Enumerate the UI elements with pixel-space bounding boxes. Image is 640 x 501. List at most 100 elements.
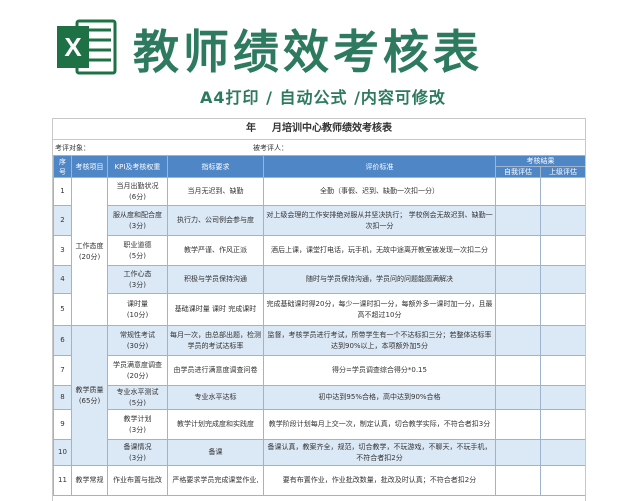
sheet-title-rest: 月培训中心教师绩效考核表 xyxy=(272,123,392,134)
standard-cell: 得分=学员调查综合得分*0.15 xyxy=(263,355,496,386)
self-score-cell[interactable] xyxy=(495,265,541,294)
indicator-cell: 教学计划完成度和实践度 xyxy=(167,409,264,440)
superior-score-cell[interactable] xyxy=(540,439,585,466)
assessor-label: 被考评人： xyxy=(253,144,288,152)
indicator-cell: 严格要求学员完成课堂作业, xyxy=(167,465,264,496)
kpi-cell: 常规性考试 (30分) xyxy=(107,325,168,356)
row-number: 3 xyxy=(53,235,72,266)
sheet-title-year: 年 xyxy=(246,123,256,134)
header-no: 序号 xyxy=(53,155,72,178)
superior-score-cell[interactable] xyxy=(540,235,585,266)
table-row: 2 服从度和配合度 (3分) 执行力、公司例会参与度 对上级会理的工作安排绝对服从并坚… xyxy=(53,205,585,236)
self-score-cell[interactable] xyxy=(495,439,541,466)
row-number: 7 xyxy=(53,355,72,386)
row-number: 2 xyxy=(53,205,72,236)
table-row: 9 教学计划 (3分) 教学计划完成度和实践度 教学阶段计划每月上交一次，制定认真，切… xyxy=(53,409,585,440)
kpi-cell: 当月出勤状况 (6分) xyxy=(107,177,168,206)
table-row: 1 工作态度 (20分) 当月出勤状况 (6分) 当月无迟到、缺勤 全勤（事假、迟到、缺… xyxy=(53,177,585,326)
indicator-cell: 备课 xyxy=(167,439,264,466)
row-number: 10 xyxy=(53,439,72,466)
indicator-cell: 教学严谨、作风正派 xyxy=(167,235,264,266)
indicator-cell: 专业水平达标 xyxy=(167,385,264,410)
row-number: 11 xyxy=(53,465,72,496)
table-row: 7 学员满意度调查 (20分) 由学员进行满意度调查问卷 得分=学员调查综合得分*0.… xyxy=(53,355,585,386)
table-row: 4 工作心态 (3分) 积极与学员保持沟通 随时与学员保持沟通，学员问的问题能圆满解决 xyxy=(53,265,585,294)
table-row: 6 教学质量 (65分) 常规性考试 (30分) 每月一次，由总部出题，检测学员的考试… xyxy=(53,325,585,466)
kpi-cell: 作业布置与批改 xyxy=(107,465,168,496)
self-score-cell[interactable] xyxy=(495,465,541,496)
superior-score-cell[interactable] xyxy=(540,205,585,236)
row-number: 4 xyxy=(53,265,72,294)
superior-score-cell[interactable] xyxy=(540,325,585,356)
assessee-label: 考评对象： xyxy=(55,144,90,152)
kpi-cell: 职业道德 (5分) xyxy=(107,235,168,266)
header-standard: 评价标准 xyxy=(263,155,496,178)
header-self: 自我评估 xyxy=(495,166,541,178)
table-row: 8 专业水平测试 (5分) 专业水平达标 初中达到95%合格，高中达到90%合格 xyxy=(53,385,585,410)
self-score-cell[interactable] xyxy=(495,355,541,386)
row-number: 1 xyxy=(53,177,72,206)
self-score-cell[interactable] xyxy=(495,235,541,266)
table-row: 11 教学常规 作业布置与批改 严格要求学员完成课堂作业, 要有布置作业，作业批改数量，… xyxy=(53,465,585,496)
row-number: 9 xyxy=(53,409,72,440)
header-item: 考核项目 xyxy=(71,155,108,178)
page-title: 教师绩效考核表 xyxy=(133,25,483,79)
table-row: 10 备课情况 (3分) 备课 备课认真，教案齐全，规范，切合教学，不玩游戏，不聊天，… xyxy=(53,439,585,466)
standard-cell: 对上级会理的工作安排绝对服从并坚决执行； 学校例会无故迟到、缺勤一次扣一分 xyxy=(263,205,496,236)
superior-score-cell[interactable] xyxy=(540,409,585,440)
table-row: 5 课时量 (10分) 基础课时量 课时 完成课时 完成基础课时得20分，每少一课时扣… xyxy=(53,293,585,326)
kpi-cell: 专业水平测试 (5分) xyxy=(107,385,168,410)
page-subtitle: A4打印 / 自动公式 /内容可修改 xyxy=(200,88,446,107)
row-number: 8 xyxy=(53,385,72,410)
row-number: 5 xyxy=(53,293,72,326)
kpi-cell: 备课情况 (3分) xyxy=(107,439,168,466)
header-superior: 上级评估 xyxy=(540,166,585,178)
category-routine: 教学常规 xyxy=(71,465,108,496)
indicator-cell: 由学员进行满意度调查问卷 xyxy=(167,355,264,386)
self-score-cell[interactable] xyxy=(495,325,541,356)
row-number: 6 xyxy=(53,325,72,356)
excel-logo-icon: X xyxy=(57,19,117,75)
header-indicator: 指标要求 xyxy=(167,155,264,178)
kpi-cell: 课时量 (10分) xyxy=(107,293,168,326)
indicator-cell: 执行力、公司例会参与度 xyxy=(167,205,264,236)
kpi-cell: 工作心态 (3分) xyxy=(107,265,168,294)
superior-score-cell[interactable] xyxy=(540,177,585,206)
category-attitude: 工作态度 (20分) xyxy=(71,177,108,326)
superior-score-cell[interactable] xyxy=(540,465,585,496)
superior-score-cell[interactable] xyxy=(540,385,585,410)
assessment-table: 序号 考核项目 KPI及考核权重 指标要求 评价标准 考核结果 自我评估 上级评… xyxy=(53,155,585,496)
sheet-title: 年 月培训中心教师绩效考核表 xyxy=(53,119,585,139)
category-quality: 教学质量 (65分) xyxy=(71,325,108,466)
standard-cell: 酒后上课，课堂打电话，玩手机，无故中途离开教室被发现一次扣二分 xyxy=(263,235,496,266)
standard-cell: 教学阶段计划每月上交一次，制定认真，切合教学实际，不符合者扣3分 xyxy=(263,409,496,440)
table-row: 3 职业道德 (5分) 教学严谨、作风正派 酒后上课，课堂打电话，玩手机，无故中途离开… xyxy=(53,235,585,266)
kpi-cell: 学员满意度调查 (20分) xyxy=(107,355,168,386)
self-score-cell[interactable] xyxy=(495,385,541,410)
standard-cell: 随时与学员保持沟通，学员问的问题能圆满解决 xyxy=(263,265,496,294)
self-score-cell[interactable] xyxy=(495,293,541,326)
standard-cell: 初中达到95%合格，高中达到90%合格 xyxy=(263,385,496,410)
indicator-cell: 每月一次，由总部出题，检测学员的考试达标率 xyxy=(167,325,264,356)
self-score-cell[interactable] xyxy=(495,205,541,236)
info-row: 考评对象： 被考评人： xyxy=(53,139,585,156)
self-score-cell[interactable] xyxy=(495,409,541,440)
kpi-cell: 服从度和配合度 (3分) xyxy=(107,205,168,236)
standard-cell: 要有布置作业，作业批改数量，批改及时认真；不符合者扣2分 xyxy=(263,465,496,496)
header-banner: X 教师绩效考核表 A4打印 / 自动公式 /内容可修改 xyxy=(0,0,640,116)
standard-cell: 全勤（事假、迟到、缺勤一次扣一分） xyxy=(263,177,496,206)
header-result: 考核结果 xyxy=(495,155,585,167)
standard-cell: 监督，考核学员进行考试，所带学生有一个不达标扣三分；若整体达标率达到90%以上，… xyxy=(263,325,496,356)
header-kpi: KPI及考核权重 xyxy=(107,155,168,178)
self-score-cell[interactable] xyxy=(495,177,541,206)
table-header-row: 序号 考核项目 KPI及考核权重 指标要求 评价标准 考核结果 xyxy=(53,155,585,178)
spreadsheet-preview: 年 月培训中心教师绩效考核表 考评对象： 被考评人： 序号 考核项目 KPI及考核… xyxy=(52,118,586,501)
superior-score-cell[interactable] xyxy=(540,293,585,326)
kpi-cell: 教学计划 (3分) xyxy=(107,409,168,440)
indicator-cell: 基础课时量 课时 完成课时 xyxy=(167,293,264,326)
standard-cell: 完成基础课时得20分，每少一课时扣一分，每额外多一课时加一分，且最高不超过10分 xyxy=(263,293,496,326)
superior-score-cell[interactable] xyxy=(540,355,585,386)
superior-score-cell[interactable] xyxy=(540,265,585,294)
logo-letter: X xyxy=(64,32,82,62)
indicator-cell: 当月无迟到、缺勤 xyxy=(167,177,264,206)
